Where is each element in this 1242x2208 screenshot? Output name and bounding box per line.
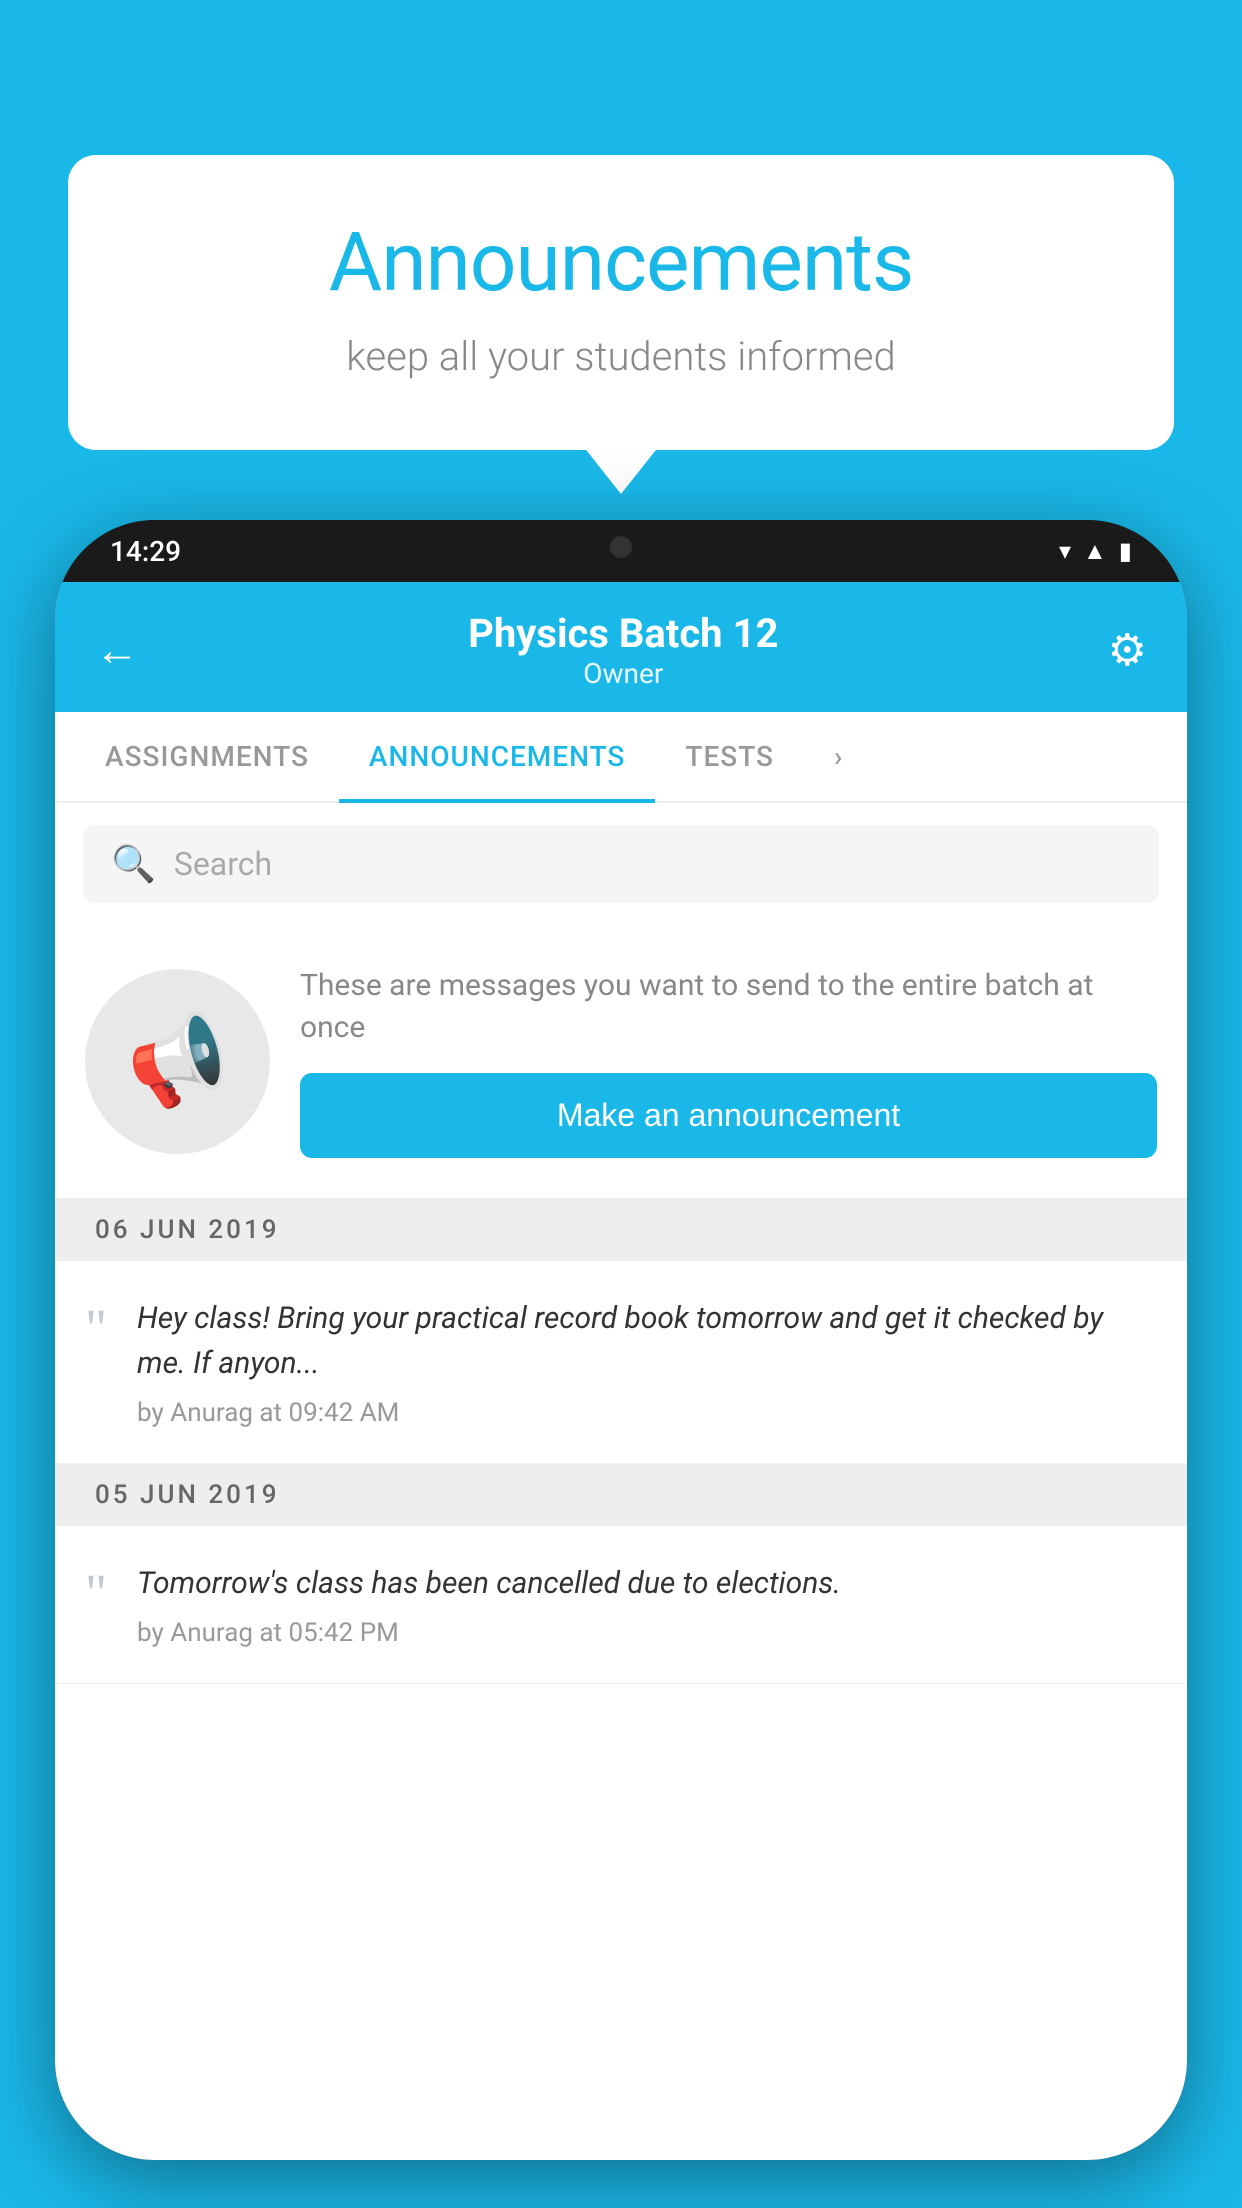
tabs-bar: ASSIGNMENTS ANNOUNCEMENTS TESTS › <box>55 712 1187 803</box>
status-bar: 14:29 ▾ ▲ ▮ <box>55 520 1187 582</box>
tab-tests[interactable]: TESTS <box>655 712 804 801</box>
back-button[interactable]: ← <box>95 624 139 676</box>
promo-description: These are messages you want to send to t… <box>300 965 1157 1049</box>
search-bar[interactable]: 🔍 Search <box>83 825 1159 903</box>
app-header: ← Physics Batch 12 Owner ⚙ <box>55 582 1187 712</box>
status-time: 14:29 <box>110 535 181 568</box>
search-icon: 🔍 <box>111 843 156 885</box>
promo-right: These are messages you want to send to t… <box>300 965 1157 1158</box>
speech-bubble-section: Announcements keep all your students inf… <box>68 155 1174 450</box>
header-center: Physics Batch 12 Owner <box>468 610 778 690</box>
tab-announcements[interactable]: ANNOUNCEMENTS <box>339 712 655 801</box>
promo-section: 📢 These are messages you want to send to… <box>55 925 1187 1199</box>
announcement-item-2[interactable]: " Tomorrow's class has been cancelled du… <box>55 1526 1187 1684</box>
battery-icon: ▮ <box>1119 537 1132 565</box>
make-announcement-button[interactable]: Make an announcement <box>300 1073 1157 1158</box>
announcement-meta-2: by Anurag at 05:42 PM <box>137 1618 1157 1648</box>
batch-title: Physics Batch 12 <box>468 610 778 657</box>
bubble-subtitle: keep all your students informed <box>148 333 1094 380</box>
search-container: 🔍 Search <box>55 803 1187 925</box>
announcement-text-2: Tomorrow's class has been cancelled due … <box>137 1561 1157 1606</box>
megaphone-icon: 📢 <box>117 1003 238 1120</box>
status-icons: ▾ ▲ ▮ <box>1059 537 1132 566</box>
phone-notch <box>541 520 701 565</box>
tab-more[interactable]: › <box>804 712 873 801</box>
tab-assignments[interactable]: ASSIGNMENTS <box>75 712 339 801</box>
speech-bubble: Announcements keep all your students inf… <box>68 155 1174 450</box>
quote-icon-1: " <box>85 1301 107 1355</box>
promo-icon-circle: 📢 <box>85 969 270 1154</box>
phone-frame: 14:29 ▾ ▲ ▮ ← Physics Batch 12 Owner ⚙ A… <box>55 520 1187 2160</box>
announcement-content-1: Hey class! Bring your practical record b… <box>137 1296 1157 1428</box>
wifi-icon: ▾ <box>1059 537 1071 565</box>
search-input[interactable]: Search <box>174 845 272 883</box>
announcement-item-1[interactable]: " Hey class! Bring your practical record… <box>55 1261 1187 1464</box>
bubble-title: Announcements <box>148 215 1094 311</box>
announcement-meta-1: by Anurag at 09:42 AM <box>137 1398 1157 1428</box>
announcement-content-2: Tomorrow's class has been cancelled due … <box>137 1561 1157 1648</box>
signal-icon: ▲ <box>1083 537 1107 566</box>
date-separator-1: 06 JUN 2019 <box>55 1199 1187 1261</box>
quote-icon-2: " <box>85 1566 107 1620</box>
date-separator-2: 05 JUN 2019 <box>55 1464 1187 1526</box>
announcement-text-1: Hey class! Bring your practical record b… <box>137 1296 1157 1386</box>
settings-button[interactable]: ⚙ <box>1108 624 1147 676</box>
phone-screen: ← Physics Batch 12 Owner ⚙ ASSIGNMENTS A… <box>55 582 1187 2160</box>
camera-dot <box>610 536 632 558</box>
batch-role: Owner <box>468 657 778 690</box>
